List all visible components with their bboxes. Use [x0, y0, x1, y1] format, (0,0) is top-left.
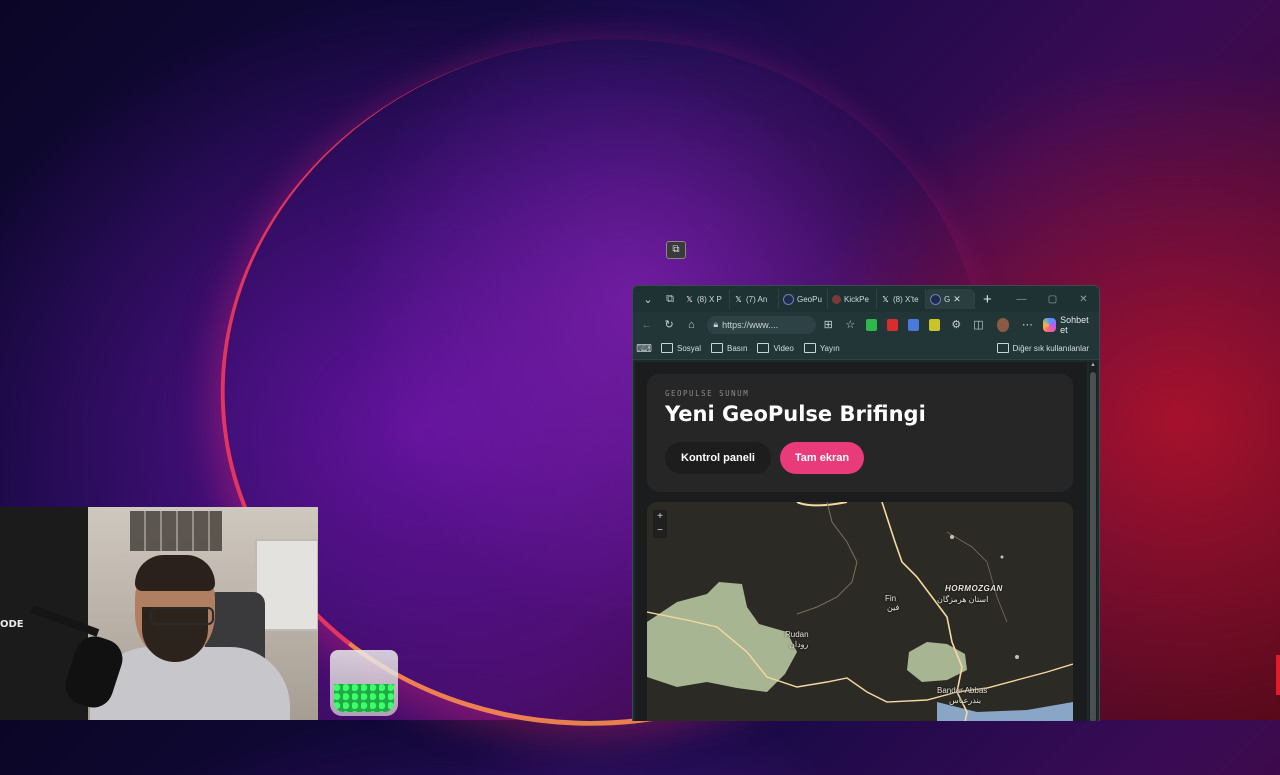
page-content: GEOPULSE SUNUM Yeni GeoPulse Brifingi Ko… — [635, 362, 1087, 721]
home-icon[interactable]: ⌂ — [681, 315, 701, 335]
folder-icon — [661, 343, 673, 353]
river — [946, 531, 1008, 623]
split-screen-icon[interactable]: ◫ — [968, 315, 988, 335]
reading-list-icon[interactable]: ⌨︎ — [636, 338, 652, 358]
lock-icon: 🔒︎ — [713, 319, 719, 329]
map-svg — [647, 502, 1073, 721]
folder-icon — [711, 343, 724, 353]
tab-geopulse-active[interactable]: G ✕ — [926, 289, 975, 309]
dashboard-button[interactable]: Kontrol paneli — [665, 442, 771, 474]
webcam-overlay: ODE — [0, 507, 318, 720]
other-bookmarks[interactable]: Diğer sık kullanılanlar — [996, 343, 1089, 353]
workspaces-icon[interactable]: ⧉ — [659, 288, 681, 310]
zoom-controls: + − — [653, 510, 667, 538]
url-text: https://www.... — [722, 319, 779, 330]
map-label-rudan-fa: رودان — [789, 640, 809, 649]
x-logo-icon: 𝕏 — [735, 294, 742, 304]
extension-red-icon[interactable] — [887, 318, 899, 331]
fullscreen-button[interactable]: Tam ekran — [780, 442, 864, 474]
terrain-mark — [1015, 655, 1019, 659]
tab-x-3[interactable]: 𝕏 (8) X'te — [877, 289, 926, 309]
map-label-hormozgan: HORMOZGAN — [945, 584, 1003, 593]
tab-kick[interactable]: KickPe — [828, 289, 877, 309]
refresh-icon[interactable]: ↻ — [659, 315, 679, 335]
extension-green-icon[interactable] — [866, 318, 878, 331]
scroll-thumb[interactable] — [1090, 372, 1096, 721]
page-title: Yeni GeoPulse Brifingi — [665, 402, 926, 426]
bookmark-folder-sosyal[interactable]: Sosyal — [661, 343, 701, 353]
zoom-out-button[interactable]: − — [653, 524, 667, 538]
tab-geopulse-1[interactable]: GeoPu — [779, 289, 828, 309]
terrain-mark — [950, 535, 954, 539]
bookmarks-bar: ⌨︎ Sosyal Basın Video Yayın Diğer sık ku… — [633, 337, 1099, 360]
map-label-fin-fa: فين — [887, 603, 900, 612]
folder-icon — [803, 343, 816, 353]
bookmark-folder-video[interactable]: Video — [757, 343, 794, 353]
desktop-edge-accent — [1276, 655, 1280, 695]
geopulse-icon — [930, 293, 941, 305]
eyebrow-label: GEOPULSE SUNUM — [665, 389, 750, 398]
back-icon[interactable]: ← — [637, 315, 657, 335]
window-controls: — ▢ ✕ — [1006, 294, 1099, 305]
extension-yellow-icon[interactable] — [929, 318, 941, 331]
bookmark-folder-basin[interactable]: Basın — [711, 343, 747, 353]
tab-x-1[interactable]: 𝕏 (8) X P — [681, 289, 730, 309]
land-mass-east — [907, 642, 967, 682]
minimize-icon[interactable]: — — [1006, 294, 1037, 305]
map-label-bandar-abbas-fa: بندرعباس — [949, 696, 982, 705]
page-scrollbar[interactable]: ▲ — [1089, 362, 1097, 721]
bookmark-folder-yayin[interactable]: Yayın — [803, 343, 840, 353]
map-label-hormozgan-fa: استان هرمزگان — [937, 595, 989, 604]
jar-contents — [334, 684, 394, 712]
close-tab-icon[interactable]: ✕ — [953, 294, 961, 305]
close-window-icon[interactable]: ✕ — [1068, 294, 1099, 305]
extension-translate-icon[interactable] — [908, 318, 920, 331]
tab-bar: ⌄ ⧉ 𝕏 (8) X P 𝕏 (7) An GeoPu KickPe 𝕏 (8… — [633, 286, 1099, 312]
map-label-rudan: Rudan — [785, 630, 809, 639]
wall-photos — [130, 511, 222, 551]
webcam-overlay-text: ODE — [0, 619, 24, 630]
terrain-mark — [1000, 555, 1004, 559]
more-menu-icon[interactable]: ⋯ — [1017, 315, 1037, 335]
folder-icon — [757, 343, 770, 353]
address-bar[interactable]: 🔒︎ https://www.... — [707, 315, 817, 334]
map-label-bandar-abbas: Bandar Abbas — [937, 686, 988, 695]
map-label-fin: Fin — [885, 594, 897, 603]
new-tab-button[interactable]: + — [975, 291, 1000, 308]
extensions-puzzle-icon[interactable]: ⚙︎ — [946, 315, 966, 335]
briefing-header-card: GEOPULSE SUNUM Yeni GeoPulse Brifingi Ko… — [647, 374, 1073, 492]
land-mass-west — [647, 582, 797, 692]
tab-x-2[interactable]: 𝕏 (7) An — [730, 289, 779, 309]
snap-layout-icon[interactable]: ⧉ — [666, 241, 686, 259]
folder-icon — [996, 343, 1009, 353]
favorite-star-icon[interactable]: ☆ — [840, 315, 860, 335]
copilot-button[interactable]: Sohbet et — [1043, 315, 1095, 335]
tab-actions-chevron-icon[interactable]: ⌄ — [637, 288, 659, 310]
jar-widget — [330, 650, 398, 716]
nav-toolbar: ← ↻ ⌂ 🔒︎ https://www.... ⊞ ☆ ⚙︎ ◫ ⋯ Sohb… — [633, 312, 1099, 337]
road — [796, 502, 848, 507]
river — [796, 502, 858, 615]
zoom-in-button[interactable]: + — [653, 510, 667, 524]
scroll-up-icon[interactable]: ▲ — [1089, 362, 1097, 370]
profile-avatar[interactable] — [996, 317, 1010, 332]
x-logo-icon: 𝕏 — [882, 294, 889, 304]
map-view[interactable]: + − HORMOZGAN استان هرمزگان Fin فين Ruda… — [647, 502, 1073, 721]
x-logo-icon: 𝕏 — [686, 294, 693, 304]
kick-icon — [832, 294, 841, 304]
copilot-label: Sohbet et — [1060, 314, 1089, 335]
maximize-icon[interactable]: ▢ — [1037, 294, 1068, 305]
app-available-icon[interactable]: ⊞ — [818, 315, 838, 335]
person-hair — [135, 555, 215, 591]
person-glasses — [150, 607, 214, 625]
browser-window: ⌄ ⧉ 𝕏 (8) X P 𝕏 (7) An GeoPu KickPe 𝕏 (8… — [632, 285, 1100, 721]
copilot-icon — [1043, 317, 1057, 332]
geopulse-icon — [783, 293, 794, 305]
